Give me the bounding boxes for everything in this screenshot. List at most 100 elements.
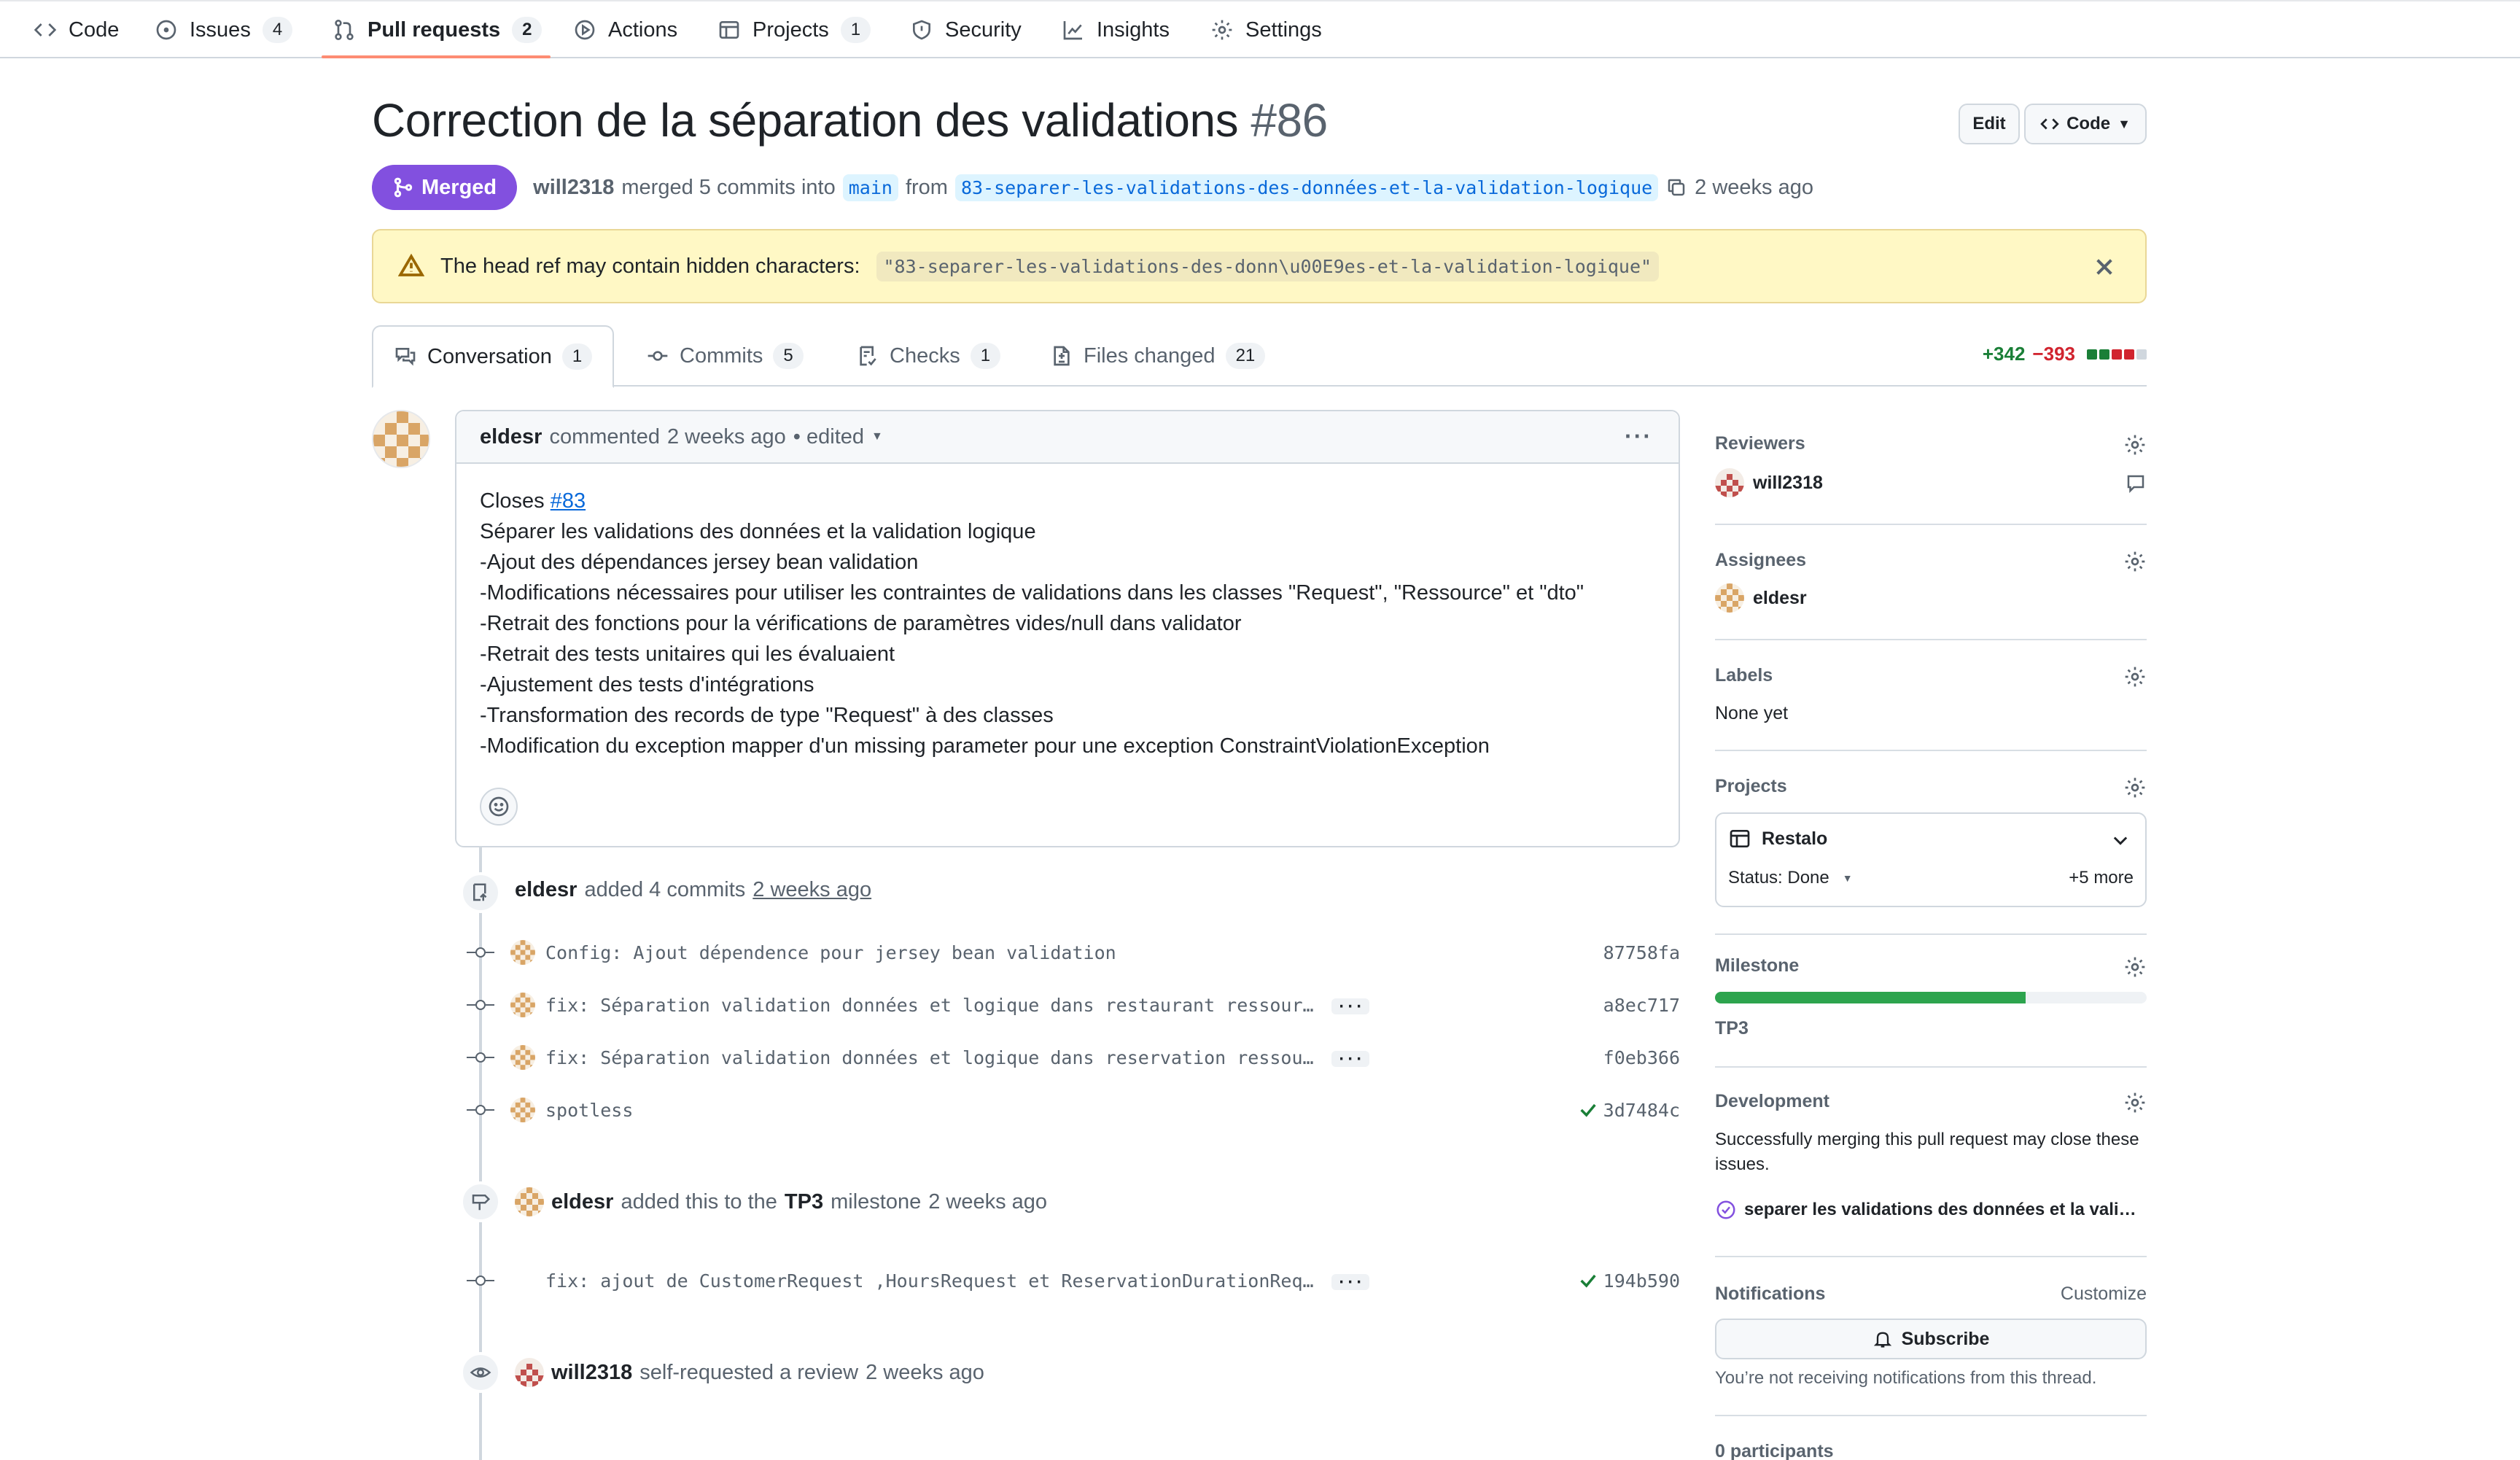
table-icon [719, 21, 739, 39]
nav-security[interactable]: Security [910, 1, 1022, 58]
project-status[interactable]: Status: Done ▼ [1728, 868, 1853, 888]
chevron-down-icon[interactable] [2110, 830, 2131, 850]
comment-author[interactable]: eldesr [480, 425, 542, 449]
gear-icon[interactable] [2123, 665, 2147, 688]
copy-icon[interactable] [1665, 176, 1687, 198]
event-time[interactable]: 2 weeks ago [866, 1361, 984, 1385]
commit-sha[interactable]: 3d7484c [1603, 1100, 1680, 1121]
nav-pull-requests[interactable]: Pull requests 2 [332, 1, 542, 58]
sidebar-heading[interactable]: Labels [1715, 665, 1773, 686]
commit-avatar[interactable] [510, 1045, 535, 1070]
edit-button[interactable]: Edit [1959, 104, 2020, 144]
close-icon[interactable] [2093, 255, 2116, 279]
avatar[interactable] [372, 410, 430, 468]
event-author[interactable]: will2318 [551, 1361, 632, 1385]
project-more-fields[interactable]: +5 more [2069, 868, 2134, 888]
event-author[interactable]: eldesr [551, 1190, 613, 1214]
commit-message[interactable]: fix: Séparation validation données et lo… [545, 995, 1680, 1016]
comment-time[interactable]: 2 weeks ago [667, 425, 786, 449]
event-author[interactable]: eldesr [515, 878, 577, 902]
reviewer[interactable]: will2318 [1715, 468, 1823, 497]
pr-title-text: Correction de la séparation des validati… [372, 94, 1239, 147]
avatar[interactable] [515, 1187, 544, 1216]
add-reaction-button[interactable] [480, 788, 518, 826]
commit-message[interactable]: fix: Séparation validation données et lo… [545, 1047, 1680, 1068]
tab-commits[interactable]: Commits 5 [646, 325, 804, 387]
project-card[interactable]: Restalo Status: Done ▼ +5 more [1715, 812, 2147, 907]
state-label: Merged [421, 175, 497, 199]
sidebar-heading[interactable]: Development [1715, 1091, 1829, 1112]
gear-icon[interactable] [2123, 550, 2147, 573]
commit-sha[interactable]: 194b590 [1603, 1270, 1680, 1292]
check-icon[interactable] [1578, 1270, 1598, 1291]
gear-icon[interactable] [2123, 955, 2147, 979]
closes-issue-link[interactable]: #83 [551, 489, 586, 513]
commit-avatar[interactable] [510, 1098, 535, 1122]
checklist-icon [860, 346, 876, 366]
gear-icon[interactable] [2123, 1091, 2147, 1114]
tab-files-changed[interactable]: Files changed 21 [1050, 325, 1266, 387]
comment-line: -Transformation des records de type "Req… [480, 704, 1054, 727]
edit-button-label: Edit [1972, 114, 2006, 133]
event-time[interactable]: 2 weeks ago [752, 878, 871, 902]
nav-projects[interactable]: Projects 1 [718, 1, 871, 58]
sidebar-heading[interactable]: Assignees [1715, 550, 1806, 571]
nav-pull-requests-label: Pull requests [368, 18, 501, 42]
event-milestone[interactable]: TP3 [785, 1190, 823, 1214]
nav-issues-label: Issues [190, 18, 251, 42]
commit-sha[interactable]: a8ec717 [1603, 995, 1680, 1016]
milestone-name[interactable]: TP3 [1715, 1018, 1749, 1039]
base-branch[interactable]: main [842, 174, 898, 201]
event-time[interactable]: 2 weeks ago [928, 1190, 1047, 1214]
nav-insights[interactable]: Insights [1062, 1, 1170, 58]
nav-security-label: Security [945, 18, 1022, 42]
expand-message-button[interactable]: ··· [1331, 1050, 1369, 1067]
code-dropdown-button[interactable]: Code ▼ [2024, 104, 2147, 144]
commit-message[interactable]: spotless [545, 1100, 1680, 1121]
nav-code[interactable]: Code [34, 1, 119, 58]
check-icon[interactable] [1578, 1100, 1598, 1120]
merge-icon [394, 177, 413, 198]
alert-icon [398, 253, 424, 276]
caret-down-icon[interactable]: ▼ [871, 430, 883, 443]
assignee[interactable]: eldesr [1715, 583, 1807, 613]
pr-author[interactable]: will2318 [533, 176, 614, 200]
nav-settings[interactable]: Settings [1210, 1, 1322, 58]
gear-icon[interactable] [2123, 776, 2147, 799]
repo-push-icon [473, 883, 487, 901]
participants-heading: 0 participants [1715, 1441, 1834, 1460]
sidebar-heading[interactable]: Projects [1715, 776, 1787, 797]
nav-issues[interactable]: Issues 4 [155, 1, 293, 58]
nav-pull-requests-count: 2 [512, 17, 542, 43]
commit-message[interactable]: Config: Ajout dépendence pour jersey bea… [545, 942, 1680, 963]
customize-link[interactable]: Customize [2059, 1284, 2147, 1305]
kebab-menu-icon[interactable]: ··· [1625, 423, 1652, 450]
avatar[interactable] [515, 1358, 544, 1387]
tab-checks[interactable]: Checks 1 [856, 325, 1001, 387]
tab-conversation[interactable]: Conversation 1 [372, 325, 615, 388]
sidebar-milestone: Milestone [1715, 955, 2147, 985]
commit-avatar[interactable] [510, 993, 535, 1017]
eye-icon [470, 1367, 491, 1378]
tab-files-changed-count: 21 [1225, 343, 1266, 369]
gear-icon[interactable] [2123, 433, 2147, 457]
linked-issue[interactable]: separer les validations des données et l… [1715, 1199, 2136, 1221]
sidebar-heading[interactable]: Reviewers [1715, 433, 1805, 454]
commit-avatar[interactable] [510, 940, 535, 965]
subscribe-button[interactable]: Subscribe [1715, 1319, 2147, 1359]
caret-down-icon: ▼ [1842, 872, 1853, 884]
expand-message-button[interactable]: ··· [1331, 998, 1369, 1014]
milestone-event-badge [460, 1181, 501, 1222]
commit-sha[interactable]: 87758fa [1603, 942, 1680, 963]
commit-avatar-spacer [510, 1268, 535, 1293]
head-branch[interactable]: 83-separer-les-validations-des-données-e… [954, 174, 1659, 201]
comment-action: commented [549, 424, 660, 449]
tab-conversation-label: Conversation [427, 344, 552, 368]
expand-message-button[interactable]: ··· [1331, 1273, 1369, 1290]
nav-actions[interactable]: Actions [573, 1, 677, 58]
sidebar-heading[interactable]: Milestone [1715, 955, 1799, 976]
commit-sha[interactable]: f0eb366 [1603, 1047, 1680, 1068]
comment-edited[interactable]: • edited [793, 425, 864, 449]
smiley-icon [489, 796, 509, 817]
commit-message[interactable]: fix: ajout de CustomerRequest ,HoursRequ… [545, 1270, 1680, 1292]
